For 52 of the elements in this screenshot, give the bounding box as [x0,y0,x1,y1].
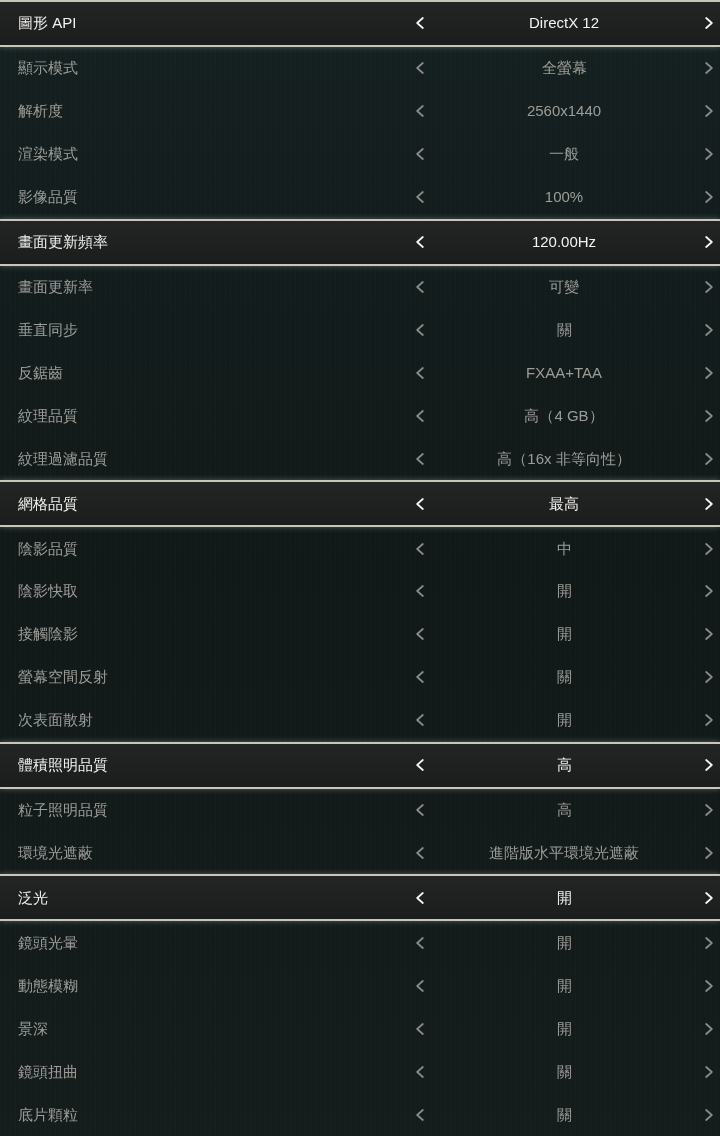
setting-value: 120.00Hz [531,233,597,252]
setting-value: 開 [556,711,572,730]
setting-label: 垂直同步 [18,320,79,339]
setting-value: 關 [556,320,572,339]
setting-label: 次表面散射 [18,711,94,730]
setting-label: 螢幕空間反射 [18,668,109,687]
setting-label: 動態模糊 [18,976,79,995]
setting-value: 100% [544,188,584,207]
setting-label: 畫面更新率 [18,278,94,296]
setting-value: 一般 [549,145,579,164]
setting-label: 網格品質 [18,494,79,513]
setting-value: 2560x1440 [526,102,602,121]
setting-value: 開 [556,976,572,995]
setting-label: 畫面更新頻率 [18,233,109,252]
setting-label: 陰影品質 [18,539,79,558]
setting-value: 最高 [549,494,579,513]
setting-value: FXAA+TAA [526,363,602,382]
setting-label: 紋理過濾品質 [18,449,109,468]
setting-value: 高 [556,801,572,820]
setting-value: 關 [556,668,572,687]
setting-label: 體積照明品質 [18,756,109,775]
setting-label: 陰影快取 [18,582,79,601]
setting-label: 反鋸齒 [18,363,64,382]
setting-value: 開 [556,888,572,907]
setting-label: 景深 [18,1019,49,1038]
setting-label: 底片顆粒 [18,1105,79,1124]
setting-value: 高（16x 非等向性） [497,449,631,468]
setting-label: 紋理品質 [18,406,79,425]
setting-label: 渲染模式 [18,145,79,164]
setting-value: 高（4 GB） [524,406,604,425]
setting-label: 泛光 [18,888,49,907]
setting-value: 全螢幕 [541,59,587,78]
setting-value: 可變 [549,278,579,296]
setting-value: 關 [556,1105,572,1124]
setting-value: 進階版水平環境光遮蔽 [489,843,639,862]
setting-label: 接觸陰影 [18,625,79,644]
setting-value: 開 [556,625,572,644]
setting-value: 關 [556,1062,572,1081]
setting-label: 顯示模式 [18,59,79,78]
setting-value: 開 [556,933,572,952]
setting-value: 開 [556,1019,572,1038]
setting-label: 鏡頭光暈 [18,933,79,952]
setting-label: 解析度 [18,102,64,121]
setting-label: 影像品質 [18,188,79,207]
setting-label: 粒子照明品質 [18,801,109,820]
setting-label: 鏡頭扭曲 [18,1062,79,1081]
setting-value: DirectX 12 [529,14,599,33]
setting-label: 圖形 API [18,14,78,33]
setting-value: 中 [556,539,572,558]
setting-value: 開 [556,582,572,601]
setting-label: 環境光遮蔽 [18,843,94,862]
setting-value: 高 [556,756,572,775]
